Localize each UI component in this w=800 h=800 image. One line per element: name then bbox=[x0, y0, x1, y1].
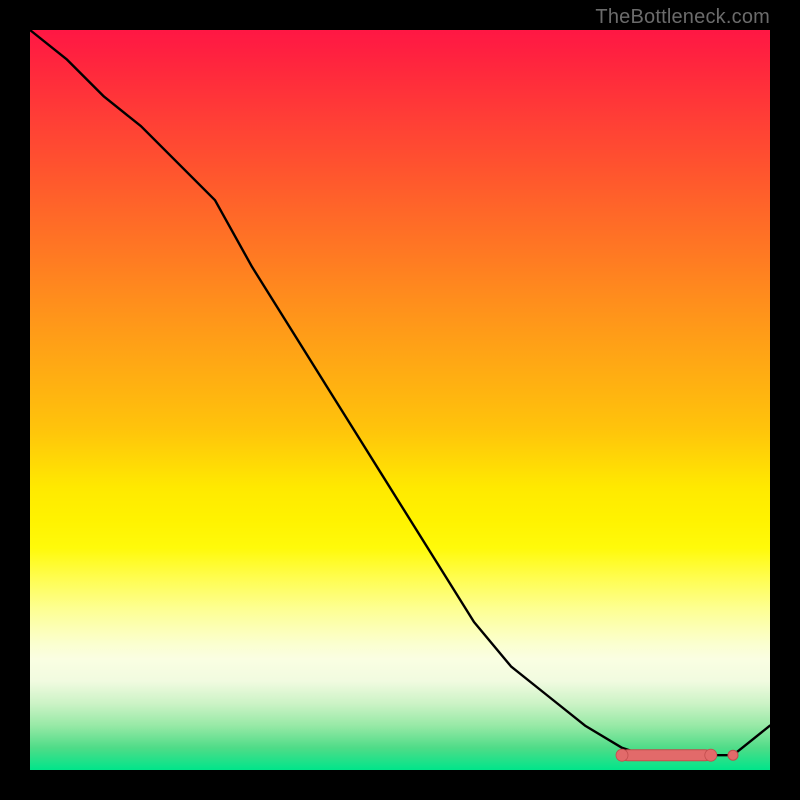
highlight-dot bbox=[728, 750, 738, 760]
chart-frame: TheBottleneck.com bbox=[0, 0, 800, 800]
highlight-bar-cap bbox=[705, 749, 717, 761]
highlight-bar-cap bbox=[616, 749, 628, 761]
chart-overlay bbox=[30, 30, 770, 770]
curve-line bbox=[30, 30, 770, 755]
highlight-bar bbox=[622, 750, 711, 761]
attribution-text: TheBottleneck.com bbox=[595, 6, 770, 29]
